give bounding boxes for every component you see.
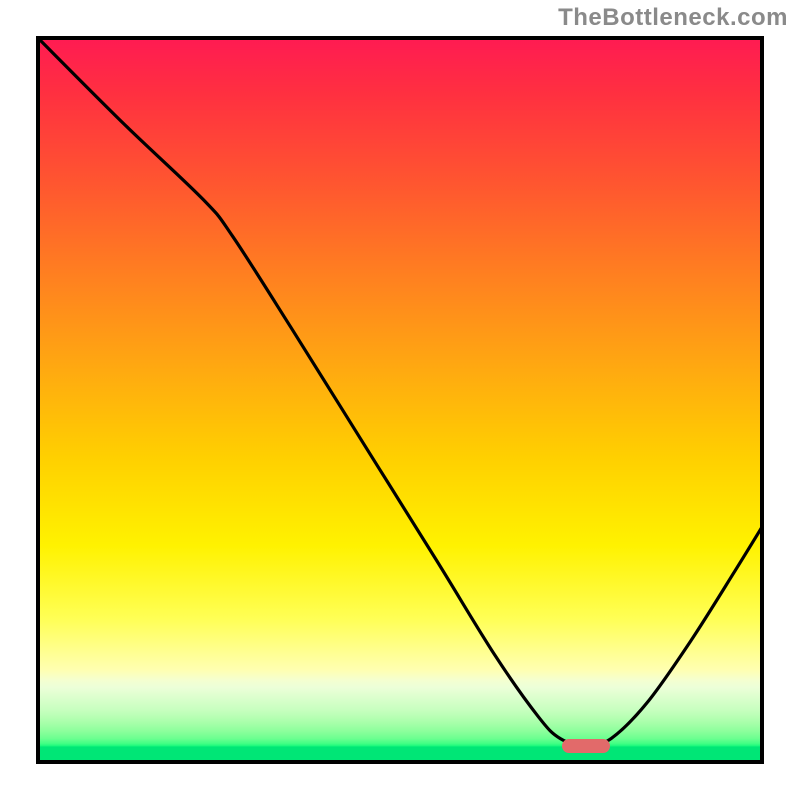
- watermark-text: TheBottleneck.com: [558, 4, 788, 32]
- gradient-background: [36, 36, 764, 764]
- chart-stage: TheBottleneck.com: [0, 0, 800, 800]
- optimal-marker: [562, 739, 610, 753]
